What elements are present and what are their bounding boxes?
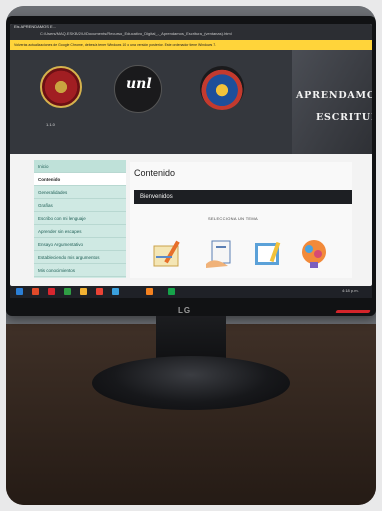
sidebar-item[interactable]: Escribo con mi lenguaje: [34, 212, 126, 225]
seal-caption: 1.1.0: [46, 122, 55, 127]
site-title-line2: ESCRITURA: [316, 112, 372, 123]
taskbar-app-icon[interactable]: [48, 288, 55, 295]
taskbar-folder-icon[interactable]: [80, 288, 87, 295]
notebook-icon[interactable]: [250, 236, 286, 272]
site-title-line1: APRENDAMOS: [296, 90, 372, 101]
taskbar-app-icon[interactable]: [112, 288, 119, 295]
unl-logo-text: unl: [126, 76, 152, 92]
start-button-icon[interactable]: [16, 288, 23, 295]
excel-icon[interactable]: [168, 288, 175, 295]
welcome-bar: Bienvenidos: [134, 190, 352, 204]
sidebar-item[interactable]: Estableciendo mis argumentos: [34, 251, 126, 264]
lg-brand-logo: LG: [178, 306, 192, 315]
browser-address-bar[interactable]: Eis APRENDAMOS E... C:/Users/MAQ.ESKB/2/…: [10, 24, 372, 40]
monitor-screen: Eis APRENDAMOS E... C:/Users/MAQ.ESKB/2/…: [10, 24, 372, 286]
sidebar-item[interactable]: Aprender sin escapes: [34, 225, 126, 238]
sidebar-item-inicio[interactable]: Inicio: [34, 160, 126, 173]
photo-frame: Eis APRENDAMOS E... C:/Users/MAQ.ESKB/2/…: [6, 6, 376, 505]
pencil-writing-icon[interactable]: [150, 236, 186, 272]
monitor: Eis APRENDAMOS E... C:/Users/MAQ.ESKB/2/…: [6, 16, 376, 316]
document-hand-icon[interactable]: [202, 236, 238, 272]
chrome-icon[interactable]: [96, 288, 103, 295]
taskbar-app-icon[interactable]: [32, 288, 39, 295]
colorful-head-icon[interactable]: [296, 236, 332, 272]
taskbar-app-icon[interactable]: [146, 288, 153, 295]
taskbar-app-icon[interactable]: [64, 288, 71, 295]
taskbar-clock[interactable]: 4:18 p.m.: [342, 288, 359, 293]
monitor-stand: [92, 356, 290, 410]
sidebar-item[interactable]: Generalidades: [34, 186, 126, 199]
update-notice-bar: Volverás actualizaciones de Google Chrom…: [10, 40, 372, 50]
select-topic-prompt: SELECCIONA UN TEMA: [208, 216, 259, 221]
aprendamos-banner-panel: [292, 50, 372, 154]
sidebar-item[interactable]: Mis conocimientos: [34, 264, 126, 277]
sidebar-item[interactable]: Grafías: [34, 199, 126, 212]
sidebar-item-contenido[interactable]: Contenido: [34, 173, 126, 186]
university-seal-icon: [40, 66, 82, 108]
sidebar-item[interactable]: Ensayo Argumentativo: [34, 238, 126, 251]
monitor-accent-line: [335, 310, 371, 313]
faculty-emblem-icon: [200, 66, 244, 110]
content-title: Contenido: [134, 168, 176, 178]
address-url[interactable]: C:/Users/MAQ.ESKB/2/U/Documents/Recurso_…: [40, 26, 232, 40]
